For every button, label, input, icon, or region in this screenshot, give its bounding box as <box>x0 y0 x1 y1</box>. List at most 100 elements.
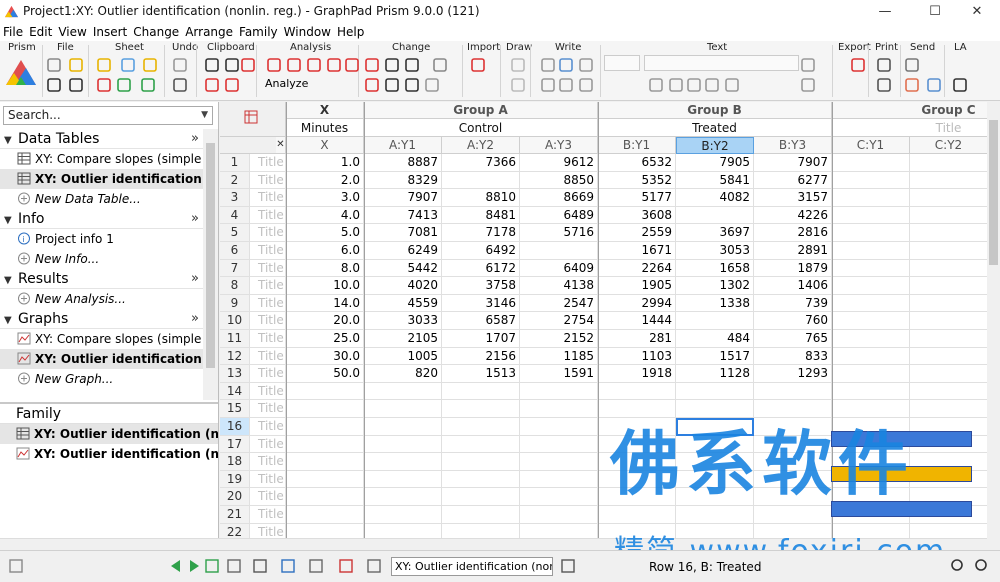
data-cell[interactable]: 1185 <box>520 347 598 366</box>
minimize-button[interactable]: — <box>862 0 908 23</box>
data-cell[interactable]: 3157 <box>754 189 832 207</box>
data-cell[interactable] <box>520 400 598 418</box>
pin-icon[interactable] <box>142 57 158 73</box>
x-value-cell[interactable] <box>286 488 364 506</box>
graph-view-icon[interactable] <box>338 558 354 574</box>
data-cell[interactable] <box>676 382 754 401</box>
data-cell[interactable]: 6587 <box>442 312 520 330</box>
data-cell[interactable] <box>442 418 520 436</box>
row-number[interactable]: 17 <box>220 435 250 454</box>
data-cell[interactable] <box>910 260 987 278</box>
subscript-icon[interactable] <box>724 77 740 93</box>
nav-item[interactable]: New Graph... <box>0 369 203 389</box>
data-cell[interactable]: 8481 <box>442 206 520 225</box>
family-item[interactable]: XY: Outlier identification (nonlin <box>0 424 218 444</box>
data-cell[interactable]: 8850 <box>520 171 598 190</box>
data-cell[interactable]: 1707 <box>442 330 520 348</box>
section-more-icon[interactable]: » <box>191 129 199 149</box>
column-sub-header[interactable]: B:Y3 <box>754 137 832 154</box>
zoom-in-icon[interactable] <box>974 558 990 574</box>
data-cell[interactable]: 7366 <box>442 154 520 172</box>
row-title-cell[interactable]: Title <box>250 206 286 225</box>
paste-special-icon[interactable] <box>204 77 220 93</box>
data-cell[interactable] <box>520 382 598 401</box>
data-cell[interactable]: 1293 <box>754 365 832 383</box>
superscript-icon[interactable] <box>704 77 720 93</box>
x-value-cell[interactable]: 50.0 <box>286 365 364 383</box>
row-title-cell[interactable]: Title <box>250 171 286 190</box>
analysis-graph-icon[interactable] <box>266 57 282 73</box>
analyze-button[interactable]: Analyze <box>265 77 308 90</box>
data-cell[interactable] <box>910 154 987 172</box>
word-icon[interactable] <box>558 57 574 73</box>
data-cell[interactable]: 1517 <box>676 347 754 366</box>
row-number[interactable]: 15 <box>220 400 250 418</box>
new-file-icon[interactable] <box>46 57 62 73</box>
data-cell[interactable]: 281 <box>598 330 676 348</box>
data-cell[interactable] <box>442 171 520 190</box>
highlight-icon[interactable] <box>96 57 112 73</box>
open-file-icon[interactable] <box>68 57 84 73</box>
save-all-icon[interactable] <box>68 77 84 93</box>
collapse-chevron-icon[interactable]: ▼ <box>4 211 18 231</box>
data-cell[interactable]: 7081 <box>364 224 442 242</box>
search-input[interactable]: Search... ▼ <box>3 106 213 125</box>
collapse-chevron-icon[interactable]: ▼ <box>4 311 18 331</box>
row-number[interactable]: 2 <box>220 171 250 190</box>
data-cell[interactable]: 833 <box>754 347 832 366</box>
x-value-cell[interactable]: 4.0 <box>286 206 364 225</box>
row-number[interactable]: 10 <box>220 312 250 330</box>
data-cell[interactable] <box>910 348 987 366</box>
row-number[interactable]: 1 <box>220 154 250 172</box>
data-cell[interactable] <box>520 488 598 506</box>
add-col-icon[interactable] <box>140 77 156 93</box>
scrollbar-thumb[interactable] <box>206 143 215 368</box>
x-value-cell[interactable]: 3.0 <box>286 189 364 207</box>
text-T-icon[interactable] <box>540 77 556 93</box>
row-number[interactable]: 7 <box>220 259 250 278</box>
clipboard-icon[interactable] <box>224 77 240 93</box>
data-cell[interactable] <box>832 365 910 383</box>
sheet-selector[interactable]: XY: Outlier identification (nonlin... <box>391 557 553 576</box>
results-view-icon[interactable] <box>308 558 324 574</box>
x-value-cell[interactable] <box>286 470 364 489</box>
data-cell[interactable]: 8887 <box>364 154 442 172</box>
data-cell[interactable]: 2891 <box>754 242 832 260</box>
row-title-cell[interactable]: Title <box>250 435 286 454</box>
data-cell[interactable] <box>442 382 520 401</box>
data-cell[interactable]: 8329 <box>364 171 442 190</box>
draw-star-icon[interactable] <box>510 57 526 73</box>
menu-window[interactable]: Window <box>281 23 334 41</box>
analysis-curve-icon[interactable] <box>286 57 302 73</box>
x-value-cell[interactable]: 6.0 <box>286 242 364 260</box>
menu-file[interactable]: File <box>0 23 26 41</box>
row-title-cell[interactable]: Title <box>250 365 286 383</box>
section-more-icon[interactable]: » <box>191 209 199 229</box>
data-cell[interactable] <box>442 470 520 489</box>
menu-view[interactable]: View <box>55 23 89 41</box>
cut-icon[interactable] <box>204 57 220 73</box>
data-cell[interactable] <box>442 435 520 454</box>
x-value-cell[interactable]: 30.0 <box>286 347 364 366</box>
data-cell[interactable] <box>832 242 910 260</box>
row-title-cell[interactable]: Title <box>250 277 286 295</box>
data-cell[interactable] <box>910 400 987 418</box>
row-title-cell[interactable]: Title <box>250 330 286 348</box>
data-cell[interactable]: 2264 <box>598 259 676 278</box>
data-cell[interactable]: 5716 <box>520 224 598 242</box>
data-cell[interactable] <box>364 400 442 418</box>
data-cell[interactable] <box>910 312 987 330</box>
font-name-box[interactable] <box>604 55 640 71</box>
column-sub-header[interactable]: A:Y2 <box>442 137 520 154</box>
data-cell[interactable]: 8669 <box>520 189 598 207</box>
print-preview-icon[interactable] <box>876 77 892 93</box>
data-cell[interactable] <box>910 207 987 225</box>
data-cell[interactable]: 5442 <box>364 259 442 278</box>
row-title-cell[interactable]: Title <box>250 242 286 260</box>
data-cell[interactable]: 1905 <box>598 277 676 295</box>
data-cell[interactable] <box>364 523 442 538</box>
change-cols-icon[interactable] <box>364 77 380 93</box>
x-value-cell[interactable] <box>286 453 364 471</box>
bold-icon[interactable] <box>648 77 664 93</box>
data-cell[interactable] <box>364 470 442 489</box>
